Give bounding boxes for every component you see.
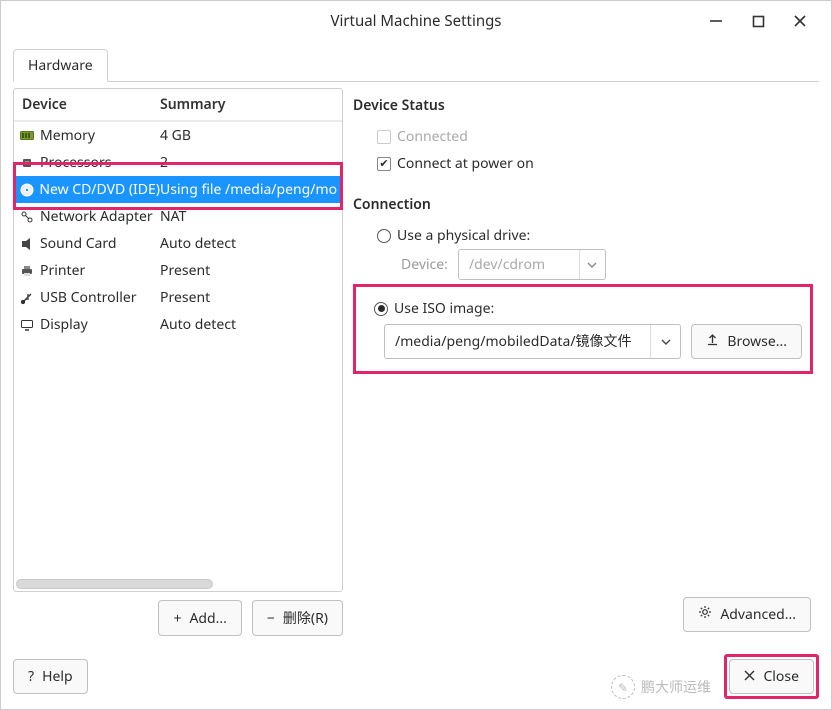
display-icon <box>18 317 36 333</box>
sound-icon <box>18 236 36 252</box>
connected-row: Connected <box>377 127 817 146</box>
physical-drive-row[interactable]: Use a physical drive: <box>377 226 817 245</box>
window-title: Virtual Machine Settings <box>330 11 501 31</box>
poweron-label: Connect at power on <box>397 154 534 173</box>
column-summary: Summary <box>160 95 338 114</box>
device-name: New CD/DVD (IDE) <box>39 180 160 199</box>
device-panel: Device Summary Memory 4 GB Processors 2 <box>13 88 343 592</box>
add-button-label: Add... <box>189 609 226 628</box>
window-controls <box>705 1 825 41</box>
device-list: Memory 4 GB Processors 2 New CD/DVD (IDE… <box>14 122 342 591</box>
chevron-down-icon[interactable] <box>650 325 680 358</box>
network-icon <box>18 209 36 225</box>
advanced-button[interactable]: Advanced... <box>683 597 811 632</box>
device-name: Printer <box>40 261 85 280</box>
close-highlight-annotation: Close <box>724 654 819 699</box>
device-status-title: Device Status <box>353 96 817 115</box>
content-area: Hardware Device Summary Memory 4 GB <box>1 41 831 648</box>
device-row-cdrom[interactable]: New CD/DVD (IDE) Using file /media/peng/… <box>14 176 342 203</box>
help-button-label: Help <box>42 667 73 686</box>
device-summary: Present <box>160 261 338 280</box>
horizontal-scrollbar[interactable] <box>16 579 213 589</box>
poweron-checkbox[interactable] <box>377 157 391 171</box>
minus-icon: − <box>267 609 275 628</box>
browse-button-label: Browse... <box>727 332 787 351</box>
device-row-processors[interactable]: Processors 2 <box>14 149 342 176</box>
plus-icon: + <box>173 609 181 628</box>
disc-icon <box>18 182 35 198</box>
tab-hardware[interactable]: Hardware <box>13 49 108 82</box>
watermark-text: 鹏大师运维 <box>641 677 711 697</box>
advanced-button-label: Advanced... <box>720 605 796 624</box>
poweron-row[interactable]: Connect at power on <box>377 154 817 173</box>
iso-path-combo[interactable]: /media/peng/mobiledData/镜像文件 <box>384 324 681 359</box>
device-name: Memory <box>40 126 95 145</box>
gear-icon <box>698 605 712 624</box>
remove-button-label: 删除(R) <box>283 608 328 628</box>
window: Virtual Machine Settings Hardware Device <box>0 0 832 710</box>
device-summary: NAT <box>160 207 338 226</box>
connection-title: Connection <box>353 195 817 214</box>
tab-row: Hardware <box>13 49 819 82</box>
device-buttons: + Add... − 删除(R) <box>13 600 343 636</box>
device-name: Sound Card <box>40 234 117 253</box>
connected-label: Connected <box>397 127 468 146</box>
help-button[interactable]: ? Help <box>13 659 88 694</box>
chevron-down-icon <box>579 250 605 279</box>
physical-device-value: /dev/cdrom <box>459 250 579 279</box>
bottom-bar: ? Help ✎ 鹏大师运维 Close <box>1 648 831 709</box>
physical-device-row: Device: /dev/cdrom <box>401 249 817 280</box>
column-device: Device <box>18 95 160 114</box>
physical-drive-label: Use a physical drive: <box>397 226 530 245</box>
device-table-header: Device Summary <box>14 89 342 122</box>
right-column: Device Status Connected Connect at power… <box>351 88 819 636</box>
browse-button[interactable]: Browse... <box>691 324 802 359</box>
maximize-button[interactable] <box>747 10 769 32</box>
device-name: Network Adapter <box>40 207 153 226</box>
memory-icon <box>18 128 36 144</box>
iso-row[interactable]: Use ISO image: <box>374 299 802 318</box>
device-summary: 2 <box>160 153 338 172</box>
device-name: Processors <box>40 153 111 172</box>
watermark: ✎ 鹏大师运维 <box>611 675 711 699</box>
upload-icon <box>706 332 719 351</box>
minimize-button[interactable] <box>705 10 727 32</box>
remove-button[interactable]: − 删除(R) <box>252 600 343 636</box>
device-summary: Auto detect <box>160 234 338 253</box>
device-summary: Using file /media/peng/mo <box>160 180 338 199</box>
left-column: Device Summary Memory 4 GB Processors 2 <box>13 88 343 636</box>
device-row-memory[interactable]: Memory 4 GB <box>14 122 342 149</box>
main-row: Device Summary Memory 4 GB Processors 2 <box>13 88 819 636</box>
help-icon: ? <box>28 667 34 686</box>
device-row-sound[interactable]: Sound Card Auto detect <box>14 230 342 257</box>
device-label: Device: <box>401 255 448 274</box>
iso-highlight-annotation: Use ISO image: /media/peng/mobiledData/镜… <box>353 284 813 374</box>
physical-device-combo: /dev/cdrom <box>458 249 606 280</box>
connected-checkbox <box>377 130 391 144</box>
device-name: Display <box>40 315 88 334</box>
add-button[interactable]: + Add... <box>158 600 241 636</box>
device-name: USB Controller <box>40 288 137 307</box>
cpu-icon <box>18 155 36 171</box>
device-summary: Auto detect <box>160 315 338 334</box>
device-row-network[interactable]: Network Adapter NAT <box>14 203 342 230</box>
close-button[interactable]: Close <box>729 659 814 694</box>
physical-drive-radio[interactable] <box>377 229 391 243</box>
iso-radio[interactable] <box>374 302 388 316</box>
iso-label: Use ISO image: <box>394 299 494 318</box>
device-row-printer[interactable]: Printer Present <box>14 257 342 284</box>
device-row-display[interactable]: Display Auto detect <box>14 311 342 338</box>
close-button-label: Close <box>763 667 799 686</box>
close-window-button[interactable] <box>789 10 811 32</box>
device-summary: 4 GB <box>160 126 338 145</box>
title-bar: Virtual Machine Settings <box>1 1 831 41</box>
device-summary: Present <box>160 288 338 307</box>
iso-path-value: /media/peng/mobiledData/镜像文件 <box>385 325 650 358</box>
close-icon <box>744 667 755 686</box>
printer-icon <box>18 263 36 279</box>
device-row-usb[interactable]: USB Controller Present <box>14 284 342 311</box>
usb-icon <box>18 290 36 306</box>
